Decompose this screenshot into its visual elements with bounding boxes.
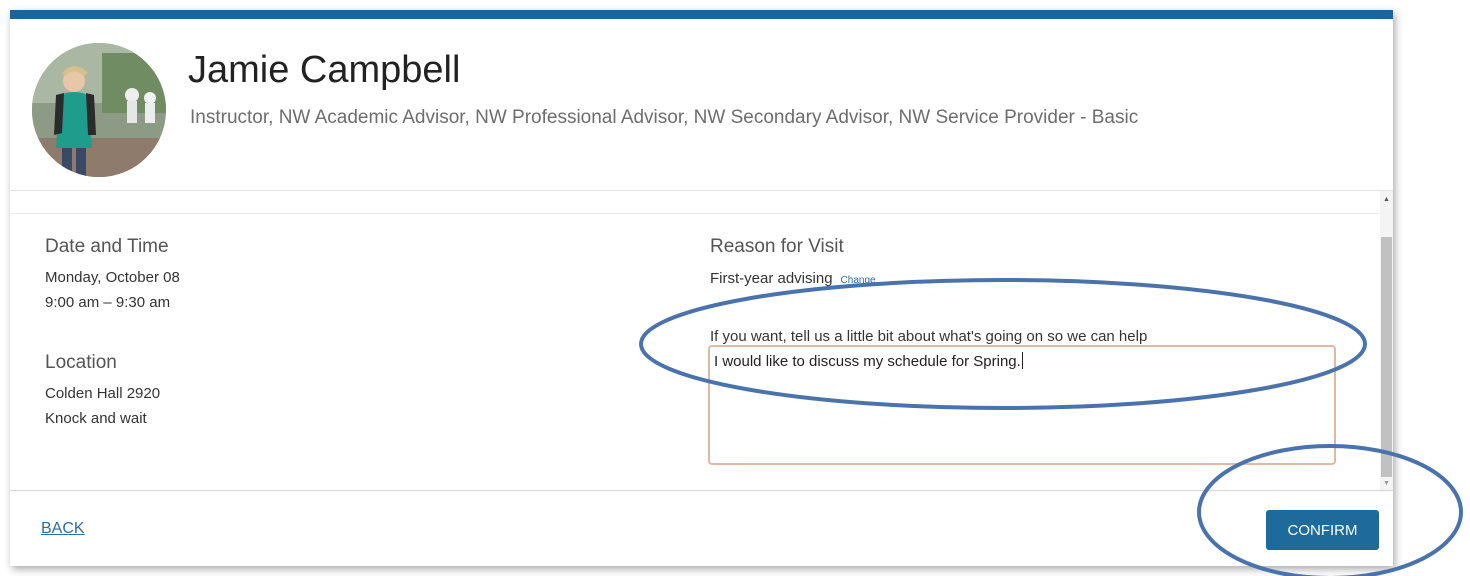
visit-notes-textarea[interactable]: I would like to discuss my schedule for … <box>708 345 1336 465</box>
appointment-details: Date and Time Monday, October 08 9:00 am… <box>10 214 1380 490</box>
location-note: Knock and wait <box>45 410 147 427</box>
advisor-name: Jamie Campbell <box>188 49 461 91</box>
scroll-down-arrow-icon[interactable]: ▼ <box>1380 479 1393 489</box>
content-scrollbar[interactable]: ▲ ▼ <box>1380 191 1393 491</box>
section-spacer <box>10 191 1380 214</box>
appointment-time: 9:00 am – 9:30 am <box>45 294 171 311</box>
reason-line: First-year advising Change <box>710 270 876 287</box>
notes-prompt: If you want, tell us a little bit about … <box>710 328 1148 345</box>
visit-notes-text: I would like to discuss my schedule for … <box>714 353 1021 370</box>
avatar-photo <box>32 43 166 177</box>
location-title: Location <box>45 352 117 373</box>
reason-value: First-year advising <box>710 270 833 287</box>
advisor-roles: Instructor, NW Academic Advisor, NW Prof… <box>190 107 1139 128</box>
reason-title: Reason for Visit <box>710 236 844 257</box>
top-accent-bar <box>10 10 1393 19</box>
avatar <box>32 43 166 177</box>
appointment-date: Monday, October 08 <box>45 269 180 286</box>
footer-actions: BACK CONFIRM <box>10 490 1393 566</box>
location-place: Colden Hall 2920 <box>45 385 161 402</box>
date-time-title: Date and Time <box>45 236 169 257</box>
back-link[interactable]: BACK <box>41 520 85 538</box>
advisor-profile-header: Jamie Campbell Instructor, NW Academic A… <box>10 19 1393 191</box>
change-reason-link[interactable]: Change <box>841 275 876 286</box>
appointment-card: Jamie Campbell Instructor, NW Academic A… <box>10 10 1393 566</box>
text-caret <box>1021 352 1023 369</box>
confirm-button[interactable]: CONFIRM <box>1266 510 1379 550</box>
scroll-up-arrow-icon[interactable]: ▲ <box>1380 195 1393 205</box>
scrollbar-thumb[interactable] <box>1381 237 1392 477</box>
